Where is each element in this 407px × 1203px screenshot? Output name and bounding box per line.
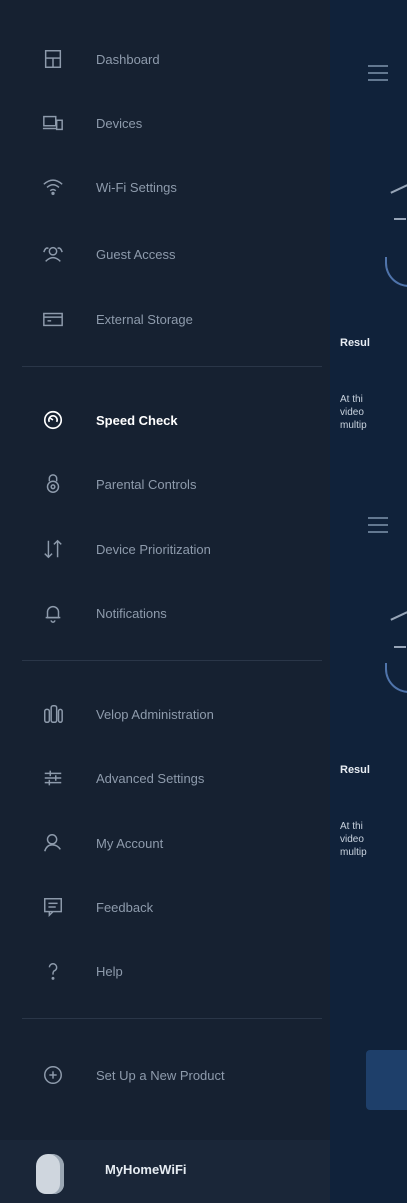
nav-label: My Account bbox=[96, 835, 164, 851]
section-divider bbox=[22, 660, 322, 661]
speed-gauge-arc bbox=[385, 663, 407, 693]
wifi-icon bbox=[40, 174, 66, 200]
nav-item-advanced-settings[interactable]: Advanced Settings bbox=[0, 756, 330, 800]
nav-label: Notifications bbox=[96, 605, 167, 621]
nav-item-devices[interactable]: Devices bbox=[0, 101, 330, 145]
nav-item-my-account[interactable]: My Account bbox=[0, 821, 330, 865]
nav-item-help[interactable]: Help bbox=[0, 949, 330, 993]
menu-icon[interactable] bbox=[368, 65, 388, 86]
parental-controls-icon bbox=[40, 471, 66, 497]
menu-icon[interactable] bbox=[368, 517, 388, 538]
nav-label: Velop Administration bbox=[96, 706, 214, 722]
nav-item-parental-controls[interactable]: Parental Controls bbox=[0, 462, 330, 506]
velop-admin-icon bbox=[40, 701, 66, 727]
nav-label: Device Prioritization bbox=[96, 541, 211, 557]
nav-label: External Storage bbox=[96, 311, 193, 327]
results-text: At thi video multip bbox=[340, 394, 367, 431]
nav-label: Dashboard bbox=[96, 51, 160, 67]
device-prioritization-icon bbox=[40, 536, 66, 562]
results-heading: Resul bbox=[340, 337, 370, 349]
dashboard-icon bbox=[40, 46, 66, 72]
network-name: MyHomeWiFi bbox=[105, 1162, 187, 1177]
nav-item-set-up-new-product[interactable]: Set Up a New Product bbox=[0, 1053, 330, 1097]
action-button[interactable] bbox=[366, 1050, 407, 1110]
nav-label: Devices bbox=[96, 115, 143, 131]
nav-item-wifi-settings[interactable]: Wi-Fi Settings bbox=[0, 165, 330, 209]
nav-label: Parental Controls bbox=[96, 476, 197, 492]
background-app-panel: Resul At thi video multip Resul At thi vide… bbox=[330, 0, 407, 1203]
nav-item-dashboard[interactable]: Dashboard bbox=[0, 37, 330, 81]
add-product-icon bbox=[40, 1062, 66, 1088]
nav-label: Feedback bbox=[96, 899, 154, 915]
nav-label: Wi-Fi Settings bbox=[96, 179, 177, 195]
nav-item-notifications[interactable]: Notifications bbox=[0, 591, 330, 635]
navigation-drawer: Dashboard Devices Wi-Fi Settings Guest A… bbox=[0, 0, 330, 1203]
router-icon bbox=[36, 1154, 64, 1194]
nav-label: Set Up a New Product bbox=[96, 1067, 225, 1083]
speed-gauge-needle bbox=[390, 184, 407, 194]
speed-check-icon bbox=[40, 407, 66, 433]
account-icon bbox=[40, 830, 66, 856]
notifications-icon bbox=[40, 600, 66, 626]
nav-label: Help bbox=[96, 963, 123, 979]
section-divider bbox=[22, 1018, 322, 1019]
nav-label: Speed Check bbox=[96, 412, 178, 428]
nav-item-feedback[interactable]: Feedback bbox=[0, 885, 330, 929]
nav-label: Advanced Settings bbox=[96, 770, 205, 786]
help-icon bbox=[40, 958, 66, 984]
speed-gauge-arc bbox=[385, 257, 407, 287]
results-heading: Resul bbox=[340, 764, 370, 776]
section-divider bbox=[22, 366, 322, 367]
speed-gauge-marker bbox=[394, 218, 406, 220]
results-text: At thi video multip bbox=[340, 821, 367, 858]
external-storage-icon bbox=[40, 306, 66, 332]
nav-item-velop-administration[interactable]: Velop Administration bbox=[0, 692, 330, 736]
guest-access-icon bbox=[40, 241, 66, 267]
advanced-settings-icon bbox=[40, 765, 66, 791]
nav-item-guest-access[interactable]: Guest Access bbox=[0, 232, 330, 276]
nav-item-device-prioritization[interactable]: Device Prioritization bbox=[0, 527, 330, 571]
network-footer[interactable]: MyHomeWiFi bbox=[0, 1140, 330, 1203]
speed-gauge-needle bbox=[390, 611, 407, 621]
feedback-icon bbox=[40, 894, 66, 920]
devices-icon bbox=[40, 110, 66, 136]
nav-label: Guest Access bbox=[96, 246, 176, 262]
nav-item-speed-check[interactable]: Speed Check bbox=[0, 398, 330, 442]
speed-gauge-marker bbox=[394, 646, 406, 648]
nav-item-external-storage[interactable]: External Storage bbox=[0, 297, 330, 341]
